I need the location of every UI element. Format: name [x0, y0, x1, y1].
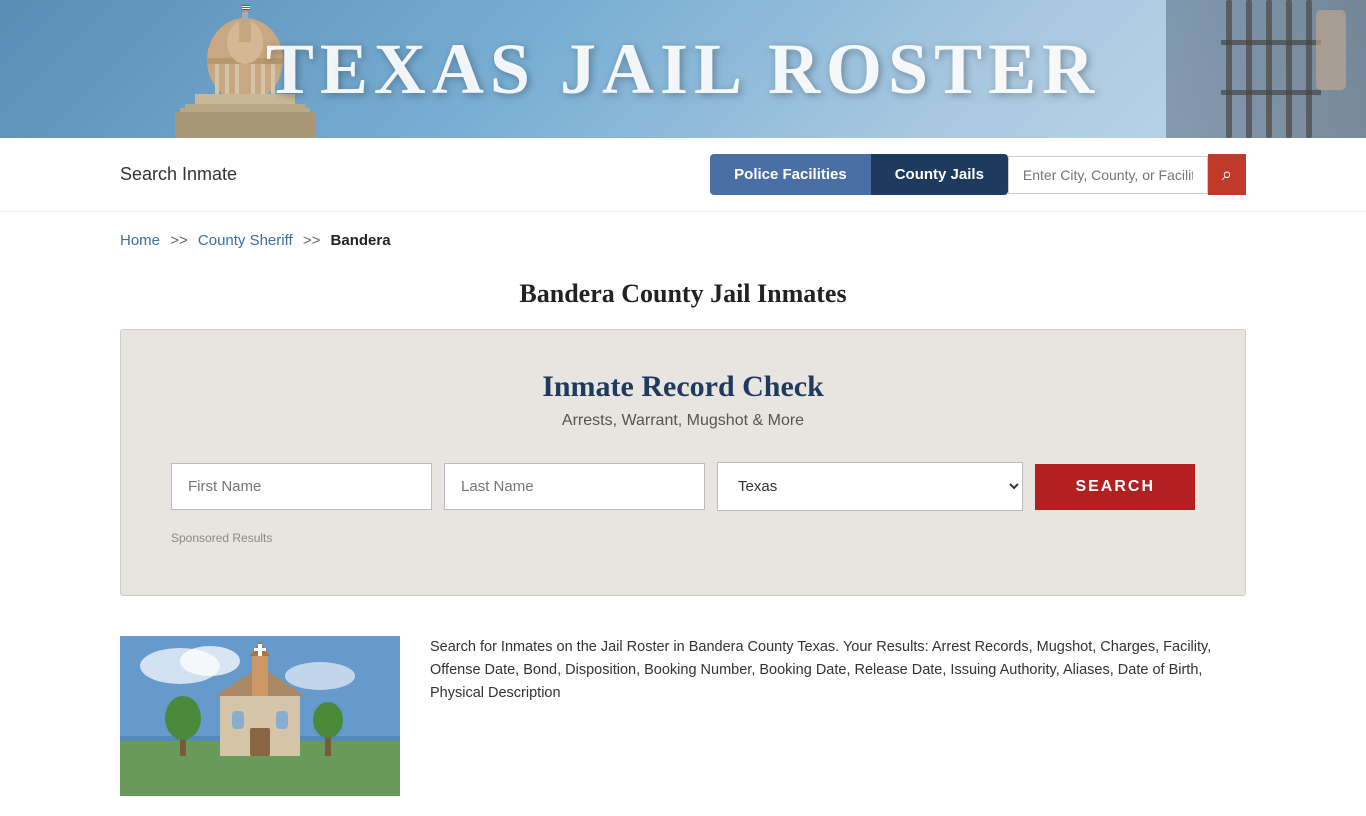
facility-search-input[interactable] — [1008, 156, 1208, 194]
bottom-description: Search for Inmates on the Jail Roster in… — [430, 636, 1246, 706]
first-name-input[interactable] — [171, 463, 432, 510]
breadcrumb-sep-1: >> — [170, 232, 188, 249]
page-title: Bandera County Jail Inmates — [0, 279, 1366, 309]
header-banner: Texas Jail Roster — [0, 0, 1366, 138]
breadcrumb: Home >> County Sheriff >> Bandera — [0, 212, 1366, 269]
facility-search-button[interactable]: ⌕ — [1208, 154, 1246, 195]
record-search-button[interactable]: SEARCH — [1035, 464, 1195, 510]
breadcrumb-current: Bandera — [331, 232, 391, 249]
search-icon: ⌕ — [1222, 164, 1232, 185]
breadcrumb-county-sheriff-link[interactable]: County Sheriff — [198, 232, 293, 249]
record-check-box: Inmate Record Check Arrests, Warrant, Mu… — [120, 329, 1246, 596]
nav-right: Police Facilities County Jails ⌕ — [710, 154, 1246, 195]
banner-right-decor — [1166, 0, 1366, 138]
breadcrumb-sep-2: >> — [303, 232, 321, 249]
page-title-section: Bandera County Jail Inmates — [0, 269, 1366, 329]
record-check-form: AlabamaAlaskaArizonaArkansasCaliforniaCo… — [171, 462, 1195, 511]
breadcrumb-home-link[interactable]: Home — [120, 232, 160, 249]
police-facilities-button[interactable]: Police Facilities — [710, 154, 871, 195]
record-check-subtitle: Arrests, Warrant, Mugshot & More — [171, 412, 1195, 430]
sponsored-label: Sponsored Results — [171, 531, 1195, 545]
last-name-input[interactable] — [444, 463, 705, 510]
record-check-title: Inmate Record Check — [171, 370, 1195, 404]
search-inmate-label: Search Inmate — [120, 164, 237, 185]
bottom-section: Search for Inmates on the Jail Roster in… — [0, 616, 1366, 816]
banner-title: Texas Jail Roster — [266, 28, 1100, 111]
county-jails-button[interactable]: County Jails — [871, 154, 1008, 195]
county-image — [120, 636, 400, 796]
state-select[interactable]: AlabamaAlaskaArizonaArkansasCaliforniaCo… — [717, 462, 1023, 511]
nav-bar: Search Inmate Police Facilities County J… — [0, 138, 1366, 212]
